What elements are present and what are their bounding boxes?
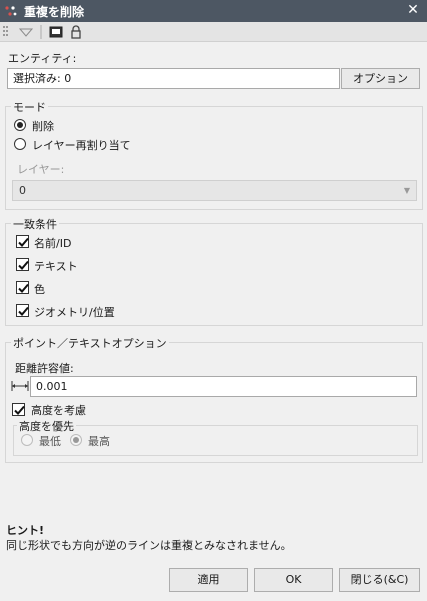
screen-icon[interactable] <box>48 24 64 40</box>
toolbar <box>0 22 427 42</box>
match-name-id-label: 名前/ID <box>34 237 72 250</box>
tolerance-input[interactable]: 0.001 <box>30 376 417 397</box>
toolbar-grip-icon[interactable] <box>3 26 8 38</box>
priority-highest-radio[interactable] <box>70 434 82 446</box>
window-title: 重複を削除 <box>24 5 85 19</box>
match-geometry-label: ジオメトリ/位置 <box>34 306 115 319</box>
mode-reassign-layer-radio[interactable] <box>14 138 26 150</box>
mode-delete-radio[interactable] <box>14 119 26 131</box>
mode-reassign-layer-label: レイヤー再割り当て <box>32 139 131 152</box>
match-color-label: 色 <box>34 283 45 296</box>
hint-title: ヒント! <box>6 524 45 537</box>
remove-duplicates-app-icon <box>4 4 18 18</box>
point-text-options-title: ポイント／テキストオプション <box>11 335 169 351</box>
collapse-triangle-icon[interactable] <box>18 24 34 40</box>
close-icon[interactable]: ✕ <box>405 2 421 18</box>
entity-selection-field[interactable]: 選択済み: 0 <box>7 68 340 89</box>
layer-select-value: 0 <box>19 184 26 197</box>
match-color-checkbox[interactable] <box>16 281 29 294</box>
apply-button[interactable]: 適用 <box>169 568 248 592</box>
priority-highest-label: 最高 <box>88 435 110 448</box>
priority-lowest-radio[interactable] <box>21 434 33 446</box>
layer-select[interactable]: 0 ▼ <box>12 180 417 201</box>
distance-icon <box>11 379 29 393</box>
lock-icon[interactable] <box>68 24 84 40</box>
match-conditions-title: 一致条件 <box>11 216 59 232</box>
match-text-label: テキスト <box>34 260 78 273</box>
consider-elevation-checkbox[interactable] <box>12 403 25 416</box>
options-button[interactable]: オプション <box>341 68 420 89</box>
priority-lowest-label: 最低 <box>39 435 61 448</box>
tolerance-label: 距離許容値: <box>15 362 74 375</box>
ok-button[interactable]: OK <box>254 568 333 592</box>
match-text-checkbox[interactable] <box>16 258 29 271</box>
match-geometry-checkbox[interactable] <box>16 304 29 317</box>
consider-elevation-label: 高度を考慮 <box>31 404 86 417</box>
close-button[interactable]: 閉じる(&C) <box>339 568 420 592</box>
match-name-id-checkbox[interactable] <box>16 235 29 248</box>
layer-label: レイヤー: <box>17 163 65 176</box>
mode-group-title: モード <box>11 99 48 115</box>
entity-label: エンティティ: <box>8 52 77 65</box>
title-bar: 重複を削除 ✕ <box>0 0 427 22</box>
mode-delete-label: 削除 <box>32 120 54 133</box>
chevron-down-icon: ▼ <box>403 186 410 195</box>
toolbar-separator <box>40 25 42 39</box>
elevation-priority-title: 高度を優先 <box>17 418 76 434</box>
hint-text: 同じ形状でも方向が逆のラインは重複とみなされません。 <box>6 539 292 552</box>
